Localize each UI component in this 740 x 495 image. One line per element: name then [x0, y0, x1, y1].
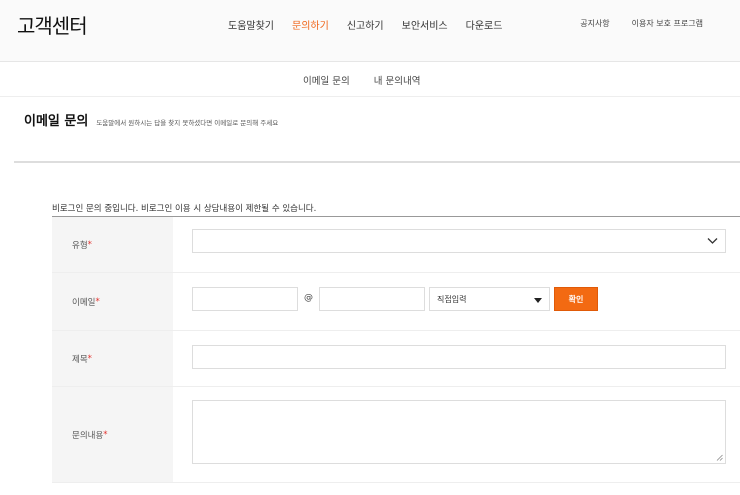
nav-item-help[interactable]: 도움말찾기	[228, 17, 274, 32]
title-divider	[14, 161, 740, 163]
required-mark: *	[87, 239, 92, 250]
inquiry-form: 유형 * 이메일 * @ 직접입력 확인 제목 * 문의내용 *	[52, 217, 740, 483]
subnav-email-inquiry[interactable]: 이메일 문의	[303, 73, 350, 87]
main-nav: 도움말찾기 문의하기 신고하기 보안서비스 다운로드	[228, 17, 502, 32]
page-title-row: 이메일 문의 도움말에서 원하시는 답을 찾지 못하셨다면 이메일로 문의해 주…	[24, 110, 278, 129]
nav-item-security[interactable]: 보안서비스	[402, 17, 448, 32]
nav-item-inquiry[interactable]: 문의하기	[292, 17, 329, 32]
sub-nav: 이메일 문의 내 문의내역	[0, 62, 740, 97]
form-row-type: 유형 *	[52, 217, 740, 273]
email-domain-select[interactable]: 직접입력	[429, 287, 550, 311]
page-title: 이메일 문의	[24, 114, 89, 129]
form-row-content: 문의내용 *	[52, 387, 740, 483]
email-label-cell: 이메일 *	[52, 273, 173, 330]
content-label: 문의내용	[72, 430, 104, 441]
caret-down-icon	[534, 298, 542, 303]
util-link-notice[interactable]: 공지사항	[580, 18, 609, 29]
form-row-email: 이메일 * @ 직접입력 확인	[52, 273, 740, 331]
required-mark: *	[103, 429, 108, 440]
type-label: 유형	[72, 240, 88, 251]
nav-item-download[interactable]: 다운로드	[466, 17, 503, 32]
subject-label-cell: 제목 *	[52, 331, 173, 386]
brand-title[interactable]: 고객센터	[17, 10, 88, 39]
email-domain-input[interactable]	[319, 287, 425, 311]
util-link-protection[interactable]: 이용자 보호 프로그램	[632, 18, 703, 29]
subject-input[interactable]	[192, 345, 726, 369]
email-label: 이메일	[72, 297, 96, 308]
email-at-sign: @	[304, 293, 313, 303]
site-header: 고객센터 도움말찾기 문의하기 신고하기 보안서비스 다운로드 공지사항 이용자…	[0, 0, 740, 62]
utility-nav: 공지사항 이용자 보호 프로그램	[580, 18, 703, 29]
page-description: 도움말에서 원하시는 답을 찾지 못하셨다면 이메일로 문의해 주세요	[96, 119, 279, 127]
content-textarea[interactable]	[192, 400, 726, 464]
subject-label: 제목	[72, 354, 88, 365]
nav-item-report[interactable]: 신고하기	[347, 17, 384, 32]
domain-select-value: 직접입력	[437, 295, 467, 304]
form-row-subject: 제목 *	[52, 331, 740, 387]
login-notice: 비로그인 문의 중입니다. 비로그인 이용 시 상담내용이 제한될 수 있습니다…	[52, 204, 317, 214]
chevron-down-icon	[707, 238, 718, 244]
required-mark: *	[87, 353, 92, 364]
content-label-cell: 문의내용 *	[52, 387, 173, 482]
resize-grip-icon[interactable]	[716, 454, 723, 461]
subnav-my-inquiries[interactable]: 내 문의내역	[374, 73, 421, 87]
type-select[interactable]	[192, 229, 726, 253]
type-label-cell: 유형 *	[52, 217, 173, 272]
email-id-input[interactable]	[192, 287, 298, 311]
email-confirm-button[interactable]: 확인	[554, 287, 598, 311]
required-mark: *	[95, 296, 100, 307]
